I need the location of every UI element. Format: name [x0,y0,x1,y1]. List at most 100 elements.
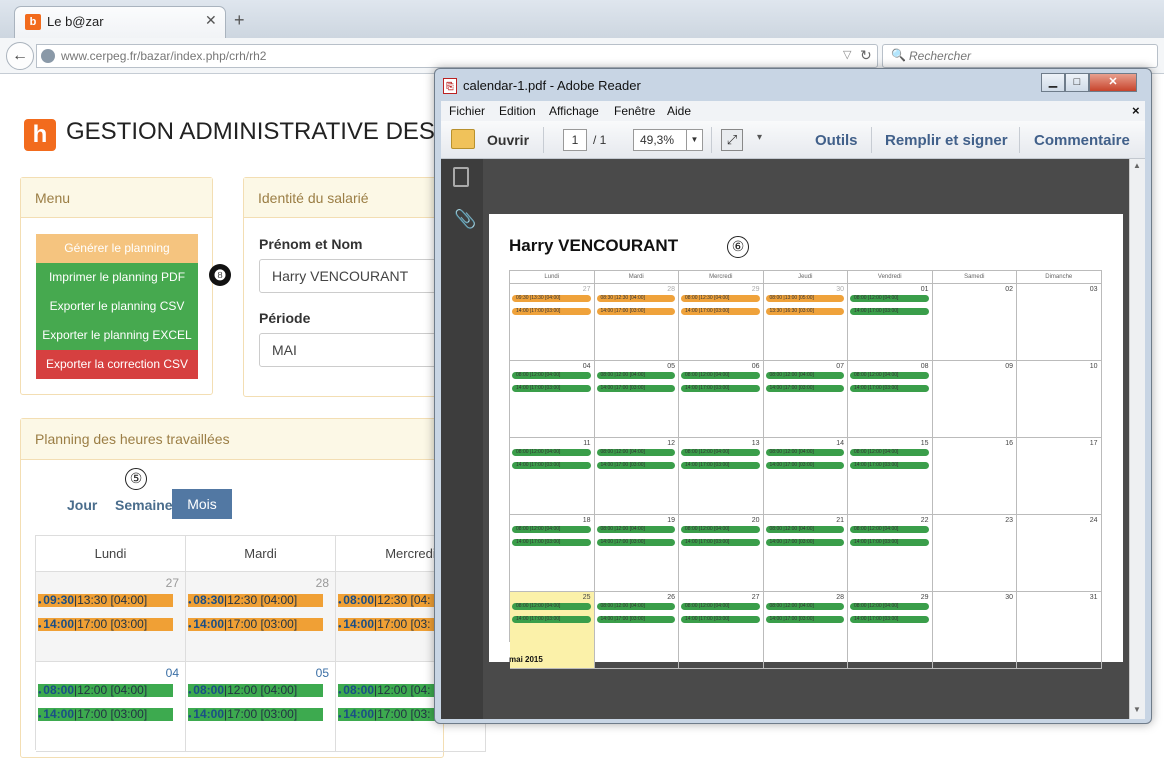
event-start-time: 08:30 [193,594,224,607]
pdf-day-cell: 24 [1017,515,1102,592]
export-planning-csv-button[interactable]: Exporter le planning CSV [36,292,198,321]
pdf-event: 08:00 |12:00 [04:00] [850,603,929,610]
pdf-day-cell: 22 08:00 |12:00 [04:00] 14:00 |17:00 [03:0… [848,515,933,592]
generate-planning-button[interactable]: Générer le planning [36,234,198,263]
calendar-day-cell[interactable]: 27 ● 09:30|13:30 [04:00] ● 14:00|17:00 [03… [36,572,186,662]
pdf-day-number: 31 [1089,594,1098,601]
name-label: Prénom et Nom [259,236,363,252]
pdf-day-number: 03 [1089,286,1098,293]
tab-close-icon[interactable]: ✕ [205,12,217,29]
tools-link[interactable]: Outils [815,132,858,149]
maximize-button[interactable]: □ [1065,73,1089,92]
planning-event[interactable]: ● 09:30|13:30 [04:00] [38,594,173,607]
event-end-duration: |12:00 [04:00] [224,684,298,697]
pdf-day-cell: 07 08:00 |12:00 [04:00] 14:00 |17:00 [03:0… [763,361,848,438]
scroll-up-icon[interactable]: ▲ [1133,161,1141,170]
search-input[interactable]: 🔍 Rechercher [882,44,1158,68]
zoom-value: 49,3% [640,133,675,147]
event-start-time: 08:00 [343,594,374,607]
pdf-day-number: 21 [836,517,844,524]
event-end-duration: |17:00 [03:00] [224,708,298,721]
menu-aide[interactable]: Aide [667,104,691,118]
fullscreen-icon[interactable]: ⤢ [721,129,743,151]
pdf-event: 14:00 |17:00 [03:00] [681,462,760,469]
window-close-button[interactable]: ✕ [1089,73,1137,92]
url-bar[interactable]: www.cerpeg.fr/bazar/index.php/crh/rh2 ▽ … [36,44,878,68]
open-folder-icon[interactable] [451,129,475,149]
pdf-event: 08:00 |12:00 [04:00] [765,526,844,533]
minimize-button[interactable]: ▁ [1041,73,1065,92]
open-button[interactable]: Ouvrir [487,132,529,148]
zoom-dropdown-icon[interactable]: ▼ [686,130,702,150]
view-week-button[interactable]: Semaine [115,497,173,513]
planning-event[interactable]: ● 14:00|17:00 [03:00] [188,708,323,721]
name-field[interactable]: Harry VENCOURANT [259,259,449,293]
fill-sign-link[interactable]: Remplir et signer [885,132,1008,149]
pdf-vertical-scrollbar[interactable]: ▲ ▼ [1129,159,1145,719]
reload-icon[interactable]: ↻ [860,47,872,64]
event-end-duration: |12:00 [04: [374,684,431,697]
pdf-day-number: 30 [1005,594,1013,601]
planning-event[interactable]: ● 14:00|17:00 [03:00] [188,618,323,631]
pdf-event: 14:00 |17:00 [03:00] [681,385,760,392]
pdf-event: 08:00 |12:00 [04:00] [596,526,675,533]
pdf-day-cell: 28 08:00 |12:00 [04:00] 14:00 |17:00 [03:0… [763,592,848,669]
view-month-button[interactable]: Mois [172,489,232,519]
zoom-input[interactable]: 49,3% ▼ [633,129,703,151]
pdf-day-header: Lundi [510,271,595,284]
planning-event[interactable]: ● 08:00|12:00 [04:00] [188,684,323,697]
pdf-day-number: 22 [920,517,929,524]
period-select[interactable]: MAI [259,333,449,367]
pdf-day-header: Jeudi [763,271,848,284]
annotation-marker-5: ⑤ [125,468,147,490]
menu-affichage[interactable]: Affichage [549,104,599,118]
pdf-day-number: 05 [667,363,675,370]
pdf-event: 08:00 |12:00 [04:00] [850,449,929,456]
event-end-duration: |17:00 [03:00] [224,618,298,631]
pdf-day-cell: 27 08:00 |12:00 [04:00] 14:00 |17:00 [03:0… [679,592,764,669]
annotation-marker-8: ❽ [209,264,231,286]
toolbar-separator [543,127,544,153]
planning-event[interactable]: ● 14:00|17:00 [03:00] [38,618,173,631]
url-text: www.cerpeg.fr/bazar/index.php/crh/rh2 [61,49,267,63]
calendar-day-cell[interactable]: 04 ● 08:00|12:00 [04:00] ● 14:00|17:00 [03… [36,662,186,752]
export-planning-excel-button[interactable]: Exporter le planning EXCEL [36,321,198,350]
pdf-day-cell: 31 [1017,592,1102,669]
attachments-paperclip-icon[interactable]: 📎 [454,209,476,230]
toolbar-more-icon[interactable]: ▾ [757,132,762,143]
scroll-down-icon[interactable]: ▼ [1133,705,1141,714]
calendar-day-cell[interactable]: 05 ● 08:00|12:00 [04:00] ● 14:00|17:00 [03… [186,662,336,752]
page-number-input[interactable]: 1 [563,129,587,151]
pages-thumbnail-icon[interactable] [453,167,469,187]
pdf-day-cell: 01 08:00 |12:00 [04:00] 14:00 |17:00 [03:0… [848,284,933,361]
print-planning-pdf-button[interactable]: Imprimer le planning PDF [36,263,198,292]
planning-event[interactable]: ● 14:00|17:00 [03:00] [38,708,173,721]
pdf-event: 08:00 |12:00 [04:00] [681,372,760,379]
new-tab-button[interactable]: + [234,10,245,31]
view-day-button[interactable]: Jour [67,497,97,513]
pdf-event: 13:30 |16:30 [03:00] [765,308,844,315]
planning-event[interactable]: ● 08:30|12:30 [04:00] [188,594,323,607]
menu-fenetre[interactable]: Fenêtre [614,104,655,118]
pdf-day-number: 25 [582,594,591,601]
comment-link[interactable]: Commentaire [1034,132,1130,149]
pdf-event: 14:00 |17:00 [03:00] [596,539,675,546]
planning-calendar: Lundi Mardi Mercredi 27 ● 09:30|13:30 [04:00… [35,535,486,752]
pdf-event: 14:00 |17:00 [03:00] [512,539,591,546]
export-correction-csv-button[interactable]: Exporter la correction CSV [36,350,198,379]
pdf-event: 14:00 |17:00 [03:00] [681,539,760,546]
event-end-duration: |17:00 [03:00] [74,618,148,631]
pdf-day-cell: 05 08:00 |12:00 [04:00] 14:00 |17:00 [03:0… [594,361,679,438]
menu-fichier[interactable]: Fichier [449,104,485,118]
pdf-day-cell: 11 08:00 |12:00 [04:00] 14:00 |17:00 [03:0… [510,438,595,515]
pdf-day-number: 23 [1005,517,1013,524]
back-button[interactable]: ← [6,42,34,70]
browser-tab[interactable]: b Le b@zar ✕ [14,6,226,38]
close-document-icon[interactable]: × [1132,103,1140,118]
history-dropdown-icon[interactable]: ▽ [843,48,851,61]
event-start-time: 08:00 [193,684,224,697]
planning-event[interactable]: ● 08:00|12:00 [04:00] [38,684,173,697]
pdf-day-cell: 29 08:00 |12:00 [04:00] 14:00 |17:00 [03:0… [848,592,933,669]
calendar-day-cell[interactable]: 28 ● 08:30|12:30 [04:00] ● 14:00|17:00 [03… [186,572,336,662]
menu-edition[interactable]: Edition [499,104,536,118]
